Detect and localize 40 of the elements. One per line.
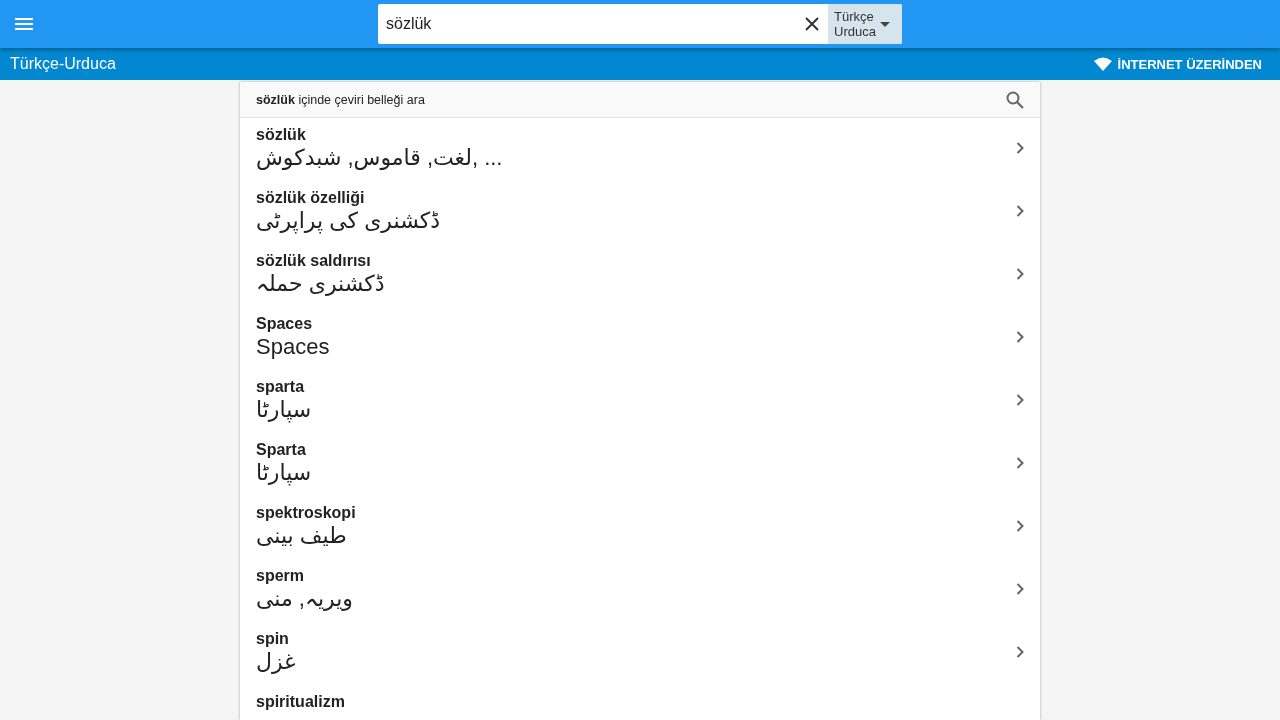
result-term: sparta (256, 377, 306, 396)
chevron-right-icon (1016, 520, 1024, 532)
result-translation: لغت, قاموس, شبدکوش, ... (256, 144, 503, 172)
result-translation: ڈکشنری کی پراپرٹی (256, 207, 441, 235)
search-field[interactable]: sözlük Türkçe Urduca (378, 4, 902, 44)
language-dropdown[interactable]: Türkçe Urduca (828, 4, 902, 44)
result-term: sözlük özelliği (256, 188, 366, 207)
chevron-right-icon (1016, 205, 1024, 217)
result-translation: سپارٹا (256, 459, 312, 487)
result-translation: ویریہ, منی (256, 585, 353, 613)
memory-search-button[interactable]: sözlük içinde çeviri belleği ara (240, 82, 1040, 118)
menu-icon (15, 18, 33, 30)
close-icon (805, 17, 819, 31)
chevron-right-icon (1016, 457, 1024, 469)
result-term: Sparta (256, 440, 307, 459)
result-term: sözlük (256, 125, 307, 144)
chevron-right-icon (1016, 142, 1024, 154)
result-term: Spaces (256, 314, 314, 333)
result-term: spin (256, 629, 290, 648)
result-term: spektroskopi (256, 503, 357, 522)
result-translation: Spaces (256, 333, 330, 361)
dictionary-title: Türkçe-Urduca (10, 55, 116, 73)
result-translation: غزل (256, 648, 296, 676)
result-translation: طیف بینی (256, 522, 347, 550)
result-row[interactable]: spiritualizm (240, 685, 1040, 720)
chevron-right-icon (1016, 646, 1024, 658)
connection-status: İNTERNET ÜZERİNDEN (1117, 56, 1262, 72)
chevron-right-icon (1016, 331, 1024, 343)
result-term: sperm (256, 566, 306, 585)
chevron-right-icon (1016, 583, 1024, 595)
result-term: sözlük saldırısı (256, 251, 372, 270)
caret-icon (879, 21, 890, 27)
search-icon (1006, 90, 1024, 109)
result-term: spiritualizm (256, 692, 346, 711)
result-translation: ڈکشنری حملہ (256, 270, 385, 298)
result-translation: سپارٹا (256, 396, 312, 424)
chevron-right-icon (1016, 394, 1024, 406)
wifi-icon (1093, 57, 1112, 71)
result-row[interactable]: Spaces Spaces (240, 307, 1040, 370)
chevron-right-icon (1016, 268, 1024, 280)
